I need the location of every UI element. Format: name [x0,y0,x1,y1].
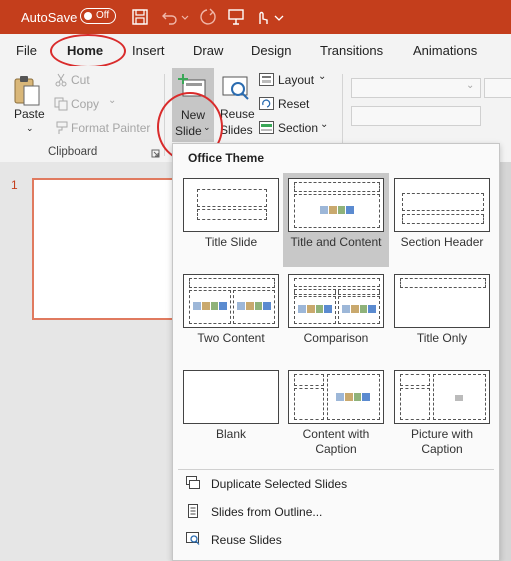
font-name-box[interactable] [351,78,481,98]
cut-icon [54,73,68,87]
layout-label: Title Only [416,331,468,345]
copy-button[interactable]: Copy [71,97,99,111]
section-button[interactable]: Section [278,121,318,135]
slide-thumbnail[interactable] [32,178,180,320]
layout-label: Title and Content [290,235,382,249]
customize-icon[interactable] [272,7,292,27]
duplicate-selected-slides-item[interactable]: Duplicate Selected Slides [186,474,486,494]
reset-button[interactable]: Reset [278,97,309,111]
new-slide-dropdown: Office Theme Title Slide Title and Conte… [172,143,500,561]
section-icon [259,121,274,134]
redo-icon[interactable] [197,7,217,27]
tab-insert[interactable]: Insert [132,43,165,58]
reset-icon [259,97,274,110]
paste-chevron-icon[interactable]: ⌄ [26,123,34,134]
paste-icon[interactable] [12,74,42,108]
autosave-toggle[interactable]: Off [80,8,116,24]
layout-title-slide[interactable]: Title Slide [178,173,284,267]
tab-transitions[interactable]: Transitions [320,43,383,58]
layout-title-and-content[interactable]: Title and Content [283,173,389,267]
font-name-chevron-icon[interactable]: ⌄ [466,80,474,91]
home-tab-highlight-annotation [50,34,126,68]
layout-preview [183,274,279,328]
slides-from-outline-item[interactable]: Slides from Outline... [186,502,486,522]
touch-icon[interactable] [252,7,272,27]
layout-comparison[interactable]: Comparison [283,269,389,363]
slide-number: 1 [11,178,18,192]
layout-label: Comparison [303,331,369,345]
layout-preview [394,370,490,424]
layout-label: Picture with Caption [410,427,474,456]
layout-preview [183,370,279,424]
layout-label: Title Slide [204,235,258,249]
reuse-slides-label-1[interactable]: Reuse [220,107,255,121]
copy-chevron-icon[interactable]: ⌄ [108,95,116,106]
layout-title-only[interactable]: Title Only [389,269,495,363]
tab-draw[interactable]: Draw [193,43,223,58]
layout-two-content[interactable]: Two Content [178,269,284,363]
autosave-label: AutoSave [21,10,78,25]
slides-from-outline-label: Slides from Outline... [211,505,323,519]
paste-button[interactable]: Paste [14,107,45,121]
layout-preview [394,274,490,328]
layout-preview [288,178,384,232]
undo-icon[interactable] [160,7,180,27]
layout-picture-with-caption[interactable]: Picture with Caption [389,365,495,459]
cut-button[interactable]: Cut [71,73,90,87]
format-painter-button[interactable]: Format Painter [71,121,150,135]
layout-icon [259,73,274,86]
toggle-knob [84,11,92,20]
layout-preview [288,274,384,328]
toggle-state: Off [96,10,110,21]
clipboard-group-label: Clipboard [48,146,98,158]
outline-document-icon [186,504,200,518]
format-painter-icon [54,121,68,135]
layout-label: Section Header [400,235,484,249]
layout-label: Two Content [197,331,265,345]
tab-design[interactable]: Design [251,43,291,58]
layout-content-with-caption[interactable]: Content with Caption [283,365,389,459]
layout-preview [394,178,490,232]
present-icon[interactable] [226,7,246,27]
layout-label: Content with Caption [302,427,370,456]
layout-preview [183,178,279,232]
layout-preview [288,370,384,424]
menu-separator [178,469,494,470]
gallery-title: Office Theme [188,151,265,165]
layout-chevron-icon[interactable]: ⌄ [318,71,326,82]
reuse-slides-search-icon [186,532,200,546]
duplicate-selected-slides-label: Duplicate Selected Slides [211,477,348,491]
tab-file[interactable]: File [16,43,37,58]
reuse-slides-item[interactable]: Reuse Slides [186,530,486,550]
font-format-row [351,106,481,126]
layout-label: Blank [215,427,247,441]
picture-placeholder-icon [455,395,463,401]
reuse-slides-label: Reuse Slides [211,533,282,547]
font-size-box[interactable] [484,78,511,98]
layout-button[interactable]: Layout [278,73,314,87]
copy-icon [54,97,68,111]
reuse-slides-label-2[interactable]: Slides [220,123,253,137]
section-chevron-icon[interactable]: ⌄ [320,119,328,130]
layout-blank[interactable]: Blank [178,365,284,459]
layout-section-header[interactable]: Section Header [389,173,495,267]
save-icon[interactable] [130,7,150,27]
tab-animations[interactable]: Animations [413,43,477,58]
duplicate-slides-icon [186,476,200,490]
title-bar: AutoSave Off [0,0,511,34]
dialog-launcher-icon[interactable] [151,149,160,158]
reuse-slides-icon[interactable] [221,74,251,104]
